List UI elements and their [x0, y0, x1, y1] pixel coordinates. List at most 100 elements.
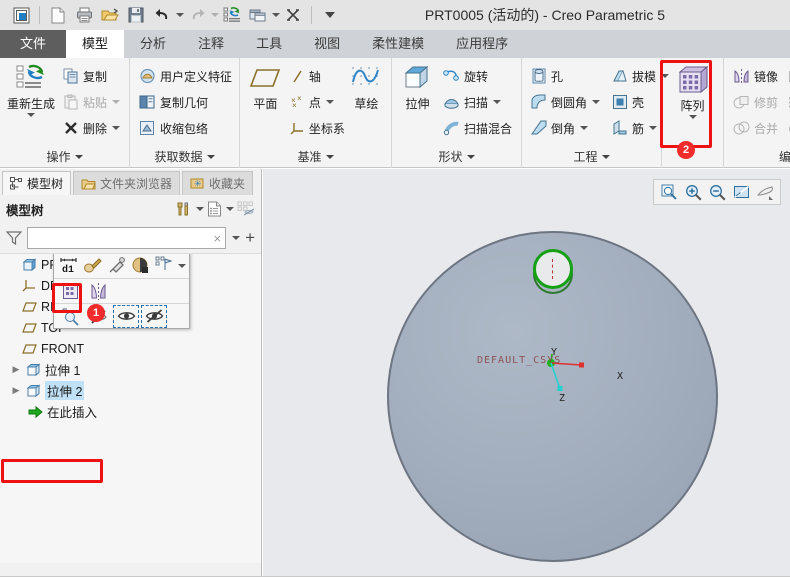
shrinkwrap-button[interactable]: 收缩包络 [136, 116, 235, 140]
chamfer-dropdown-caret[interactable] [580, 126, 589, 130]
ribbon-group-get-data-label[interactable]: 获取数据 [130, 146, 239, 168]
svg-text:d1: d1 [62, 264, 74, 275]
paste-button[interactable]: 粘贴 [60, 90, 123, 114]
tree-item-label: FRONT [41, 341, 85, 356]
edit-definition-icon[interactable] [81, 254, 103, 277]
zoom-in-icon[interactable] [682, 181, 704, 203]
annotation-icon[interactable] [153, 254, 175, 277]
filter-icon[interactable] [6, 231, 22, 245]
nav-tab-folder-browser-label: 文件夹浏览器 [100, 177, 173, 191]
tree-expander[interactable]: ▶ [10, 385, 22, 396]
extend-button[interactable]: 延 [785, 64, 790, 88]
clear-search-icon[interactable]: × [213, 231, 221, 246]
datum-csys-button[interactable]: 坐标系 [287, 116, 348, 140]
tree-settings-caret[interactable] [196, 207, 204, 211]
tree-item-front[interactable]: FRONT [0, 338, 261, 359]
delete-label: 删除 [82, 121, 107, 136]
datum-point-button[interactable]: × × × 点 [287, 90, 348, 114]
ribbon-group-operations-label[interactable]: 操作 [0, 146, 129, 168]
nav-tab-model-tree[interactable]: 模型树 [2, 171, 72, 195]
datum-axis-button[interactable]: 轴 [287, 64, 348, 88]
tree-item-extrude-2[interactable]: ▶ 拉伸 2 [0, 380, 261, 401]
datum-point-dropdown-caret[interactable] [325, 100, 334, 104]
copy-button[interactable]: 复制 [60, 64, 123, 88]
tree-display-caret[interactable] [226, 207, 234, 211]
tab-view[interactable]: 视图 [298, 30, 356, 58]
mirror-icon[interactable] [85, 280, 111, 303]
group-expand-caret[interactable] [206, 155, 215, 159]
group-expand-caret[interactable] [325, 155, 334, 159]
shell-label: 壳 [632, 95, 645, 110]
tab-flexible-modeling[interactable]: 柔性建模 [356, 30, 440, 58]
tree-expander[interactable]: ▶ [10, 364, 22, 375]
round-button[interactable]: 倒圆角 [528, 90, 603, 114]
merge-button[interactable]: 合并 [730, 116, 781, 140]
ribbon-group-shapes-label[interactable]: 形状 [392, 146, 521, 168]
add-filter-button[interactable]: + [245, 229, 255, 246]
copy-geometry-label: 复制几何 [160, 95, 209, 110]
chamfer-button[interactable]: 倒角 [528, 116, 603, 140]
regenerate-button[interactable]: 重新生成 [6, 62, 56, 117]
tree-item-extrude-1[interactable]: ▶ 拉伸 1 [0, 359, 261, 380]
hole-axis-line [552, 259, 553, 279]
swept-blend-button[interactable]: 扫描混合 [440, 116, 515, 140]
group-expand-caret[interactable] [74, 155, 83, 159]
regenerate-dropdown-caret[interactable] [27, 113, 36, 117]
graphics-window[interactable]: X Y Z DEFAULT_CSYS [263, 169, 790, 577]
display-style-icon[interactable] [754, 181, 776, 203]
model-tree-search-input[interactable]: × [27, 227, 227, 249]
tree-item-insert-here[interactable]: 在此插入 [0, 401, 261, 422]
mini-toolbar-more-caret[interactable] [178, 263, 186, 268]
tab-tools[interactable]: 工具 [240, 30, 298, 58]
tab-file[interactable]: 文件 [0, 30, 67, 58]
filter-dropdown-caret[interactable] [232, 236, 241, 240]
edit-references-icon[interactable] [105, 254, 127, 277]
extrude-button[interactable]: 拉伸 [398, 62, 437, 112]
udf-button[interactable]: 用户定义特征 [136, 64, 235, 88]
refit-icon[interactable] [730, 181, 752, 203]
sweep-button[interactable]: 扫描 [440, 90, 515, 114]
tree-item-label: 拉伸 2 [45, 381, 85, 400]
group-expand-caret[interactable] [601, 155, 610, 159]
mirror-button[interactable]: 镜像 [730, 64, 781, 88]
round-label: 倒圆角 [551, 95, 588, 110]
zoom-out-icon[interactable] [706, 181, 728, 203]
selected-hole[interactable] [533, 249, 573, 289]
nav-tab-favorites[interactable]: ✳ 收藏夹 [182, 171, 254, 195]
group-expand-caret[interactable] [466, 155, 475, 159]
delete-dropdown-caret[interactable] [112, 126, 120, 130]
sweep-dropdown-caret[interactable] [493, 100, 501, 104]
hole-button[interactable]: 孔 [528, 64, 603, 88]
tab-model[interactable]: 模型 [66, 30, 125, 58]
trim-button[interactable]: 修剪 [730, 90, 781, 114]
pattern-button[interactable]: 阵列 [668, 62, 717, 119]
pattern-icon[interactable] [57, 280, 83, 303]
ribbon-group-engineering-label[interactable]: 工程 [522, 146, 661, 168]
zoom-to-selection-icon[interactable] [57, 305, 83, 328]
tab-analysis[interactable]: 分析 [124, 30, 182, 58]
tree-display-icon[interactable] [207, 201, 222, 217]
hide-all-icon[interactable] [141, 304, 167, 328]
appearance-icon[interactable] [129, 254, 151, 277]
nav-tab-folder-browser[interactable]: 文件夹浏览器 [73, 171, 181, 195]
delete-button[interactable]: 删除 [60, 116, 123, 140]
sketch-button[interactable]: 草绘 [348, 62, 385, 112]
ribbon-group-edit-label[interactable]: 编辑 [724, 146, 790, 168]
datum-plane-button[interactable]: 平面 [246, 62, 285, 112]
tab-applications[interactable]: 应用程序 [440, 30, 524, 58]
tree-settings-icon[interactable] [175, 201, 192, 218]
round-dropdown-caret[interactable] [592, 100, 601, 104]
revolve-button[interactable]: 旋转 [440, 64, 515, 88]
tab-annotate[interactable]: 注释 [182, 30, 240, 58]
pattern-dropdown-caret[interactable] [689, 115, 697, 119]
rib-dropdown-caret[interactable] [649, 126, 658, 130]
intersect-button[interactable]: 相 [785, 116, 790, 140]
paste-dropdown-caret[interactable] [112, 100, 120, 104]
tree-filter-off-icon[interactable] [237, 201, 255, 218]
show-icon[interactable] [113, 304, 139, 328]
offset-button[interactable]: 偏 [785, 90, 790, 114]
copy-geometry-button[interactable]: 复制几何 [136, 90, 235, 114]
zoom-box-icon[interactable] [658, 181, 680, 203]
ribbon-group-datum-label[interactable]: 基准 [240, 146, 391, 168]
edit-dimensions-icon[interactable]: d1 [57, 254, 79, 277]
